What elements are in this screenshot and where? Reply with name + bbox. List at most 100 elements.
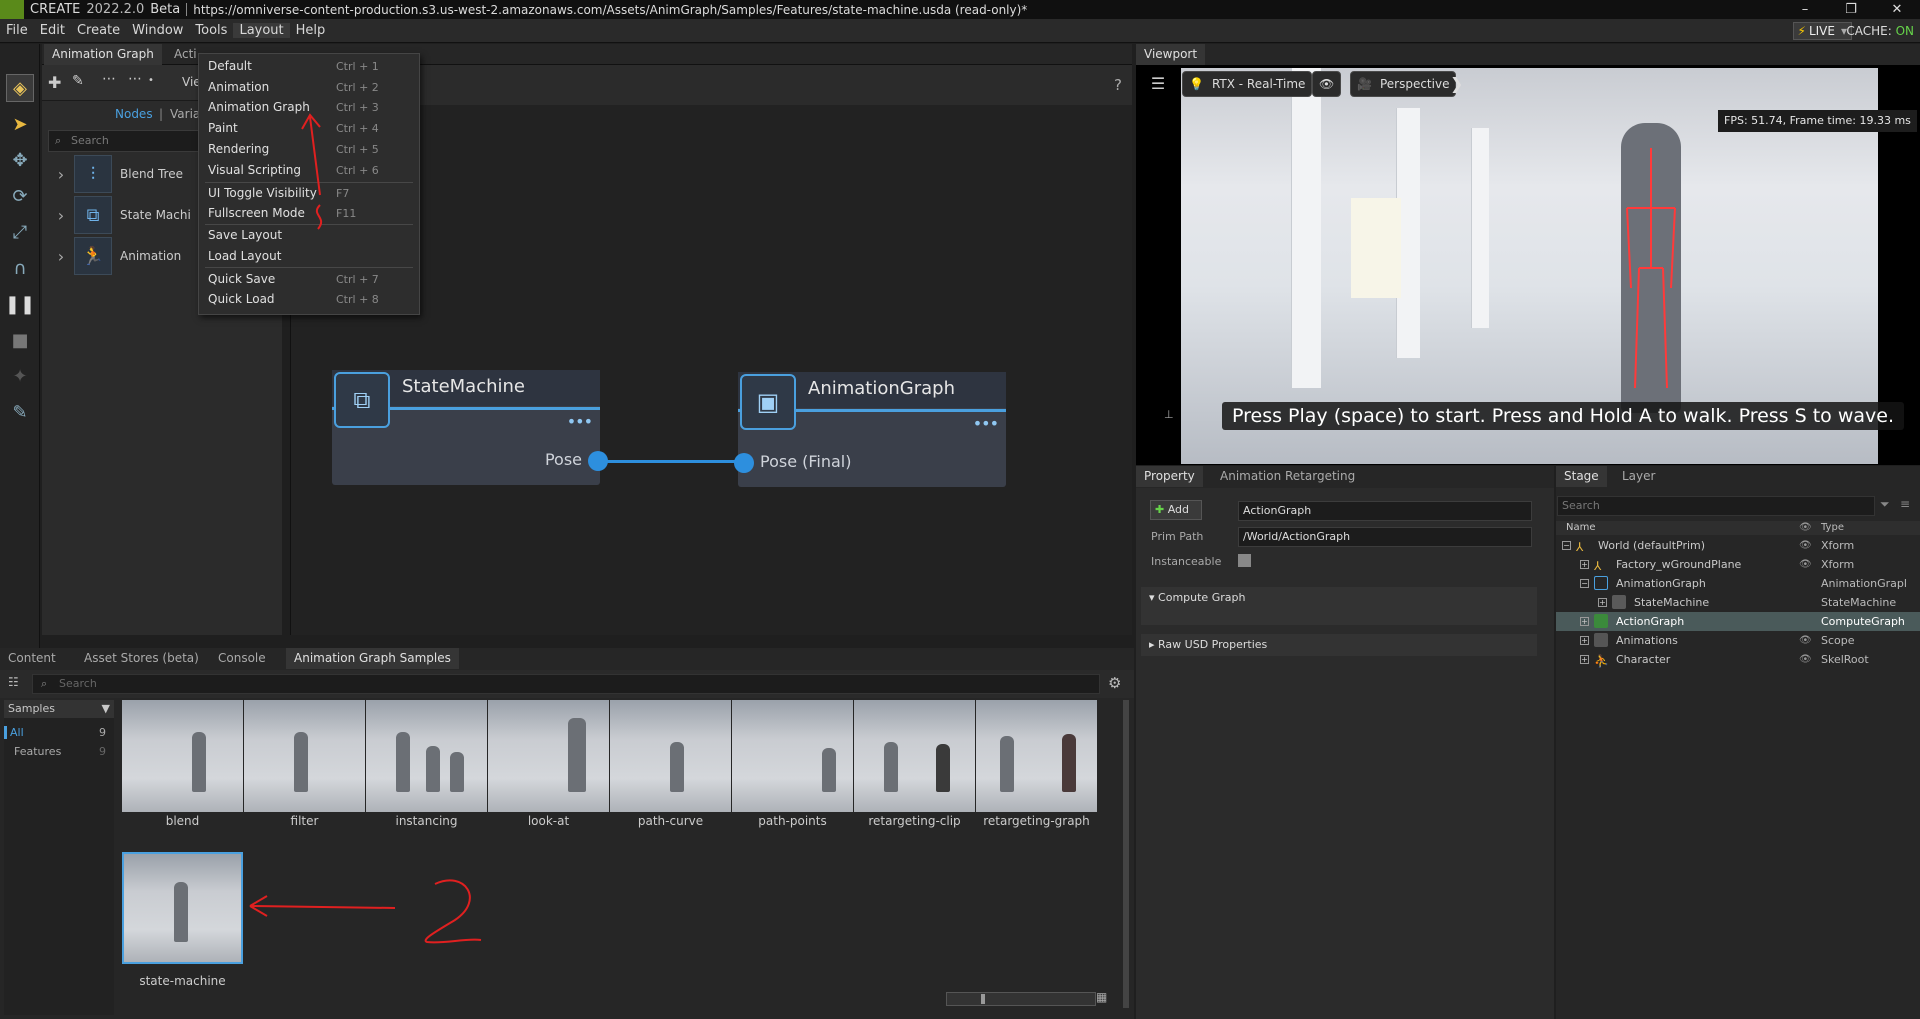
sample-thumbnail[interactable] xyxy=(244,700,365,812)
add-icon[interactable]: ✚ xyxy=(48,73,61,92)
raw-usd-section[interactable]: ▸ Raw USD Properties xyxy=(1141,634,1537,656)
tab-property[interactable]: Property xyxy=(1136,466,1203,487)
menu-window[interactable]: Window xyxy=(126,23,189,38)
scale-icon[interactable]: ⤢ xyxy=(6,218,34,246)
tab-console[interactable]: Console xyxy=(210,648,274,669)
stage-row[interactable]: + StateMachine StateMachine xyxy=(1556,593,1920,612)
menu-item-animation[interactable]: Animation Ctrl + 2 xyxy=(208,78,413,97)
renderer-menu[interactable]: 💡 RTX - Real-Time xyxy=(1182,71,1313,97)
tab-variables[interactable]: Varia xyxy=(170,107,200,121)
expand-icon[interactable]: + xyxy=(1598,598,1607,607)
stage-row[interactable]: + Animations 👁 Scope xyxy=(1556,631,1920,650)
pause-icon[interactable]: ❚❚ xyxy=(5,290,35,318)
input-pin[interactable] xyxy=(734,453,754,473)
camera-menu[interactable]: 🎥 Perspective xyxy=(1350,71,1457,97)
menu-create[interactable]: Create xyxy=(71,23,126,38)
menu-item-default[interactable]: Default Ctrl + 1 xyxy=(208,57,413,76)
menu-item-quick-save[interactable]: Quick Save Ctrl + 7 xyxy=(208,270,413,289)
collapse-icon[interactable]: − xyxy=(1562,541,1571,550)
move-icon[interactable]: ✥ xyxy=(6,146,34,174)
more-icon[interactable]: ••• xyxy=(973,414,999,433)
gear-icon[interactable]: ⚙ xyxy=(1108,674,1121,692)
category-features[interactable]: Features 9 xyxy=(4,745,108,761)
sample-thumbnail[interactable] xyxy=(122,700,243,812)
snap-icon[interactable]: ∩ xyxy=(6,254,34,282)
sample-thumbnail[interactable] xyxy=(488,700,609,812)
eye-icon[interactable]: 👁 xyxy=(1799,650,1812,669)
stage-row[interactable]: − ⅄ World (defaultPrim) 👁 Xform xyxy=(1556,536,1920,555)
stop-icon[interactable]: ■ xyxy=(6,326,34,354)
close-button[interactable]: ✕ xyxy=(1874,0,1920,19)
samples-search-input[interactable]: ⌕ Search xyxy=(32,674,1100,694)
eye-icon[interactable]: 👁 xyxy=(1799,555,1812,574)
menu-item-load-layout[interactable]: Load Layout xyxy=(208,247,413,266)
physics-icon[interactable]: ✦ xyxy=(6,362,34,390)
dot-icon[interactable]: • xyxy=(148,75,154,86)
sample-thumbnail[interactable] xyxy=(732,700,853,812)
tab-animation-retargeting[interactable]: Animation Retargeting xyxy=(1212,466,1363,487)
eye-icon[interactable]: 👁 xyxy=(1799,631,1812,650)
filter-icon[interactable]: ⏷ xyxy=(1880,497,1890,512)
minimize-button[interactable]: – xyxy=(1782,0,1828,19)
stage-row[interactable]: + ⛹ Character 👁 SkelRoot xyxy=(1556,650,1920,669)
chevron-right-icon[interactable]: ❯ xyxy=(1450,74,1463,93)
rotate-icon[interactable]: ⟳ xyxy=(6,182,34,210)
prim-path-field[interactable]: /World/ActionGraph xyxy=(1238,527,1532,547)
tab-layer[interactable]: Layer xyxy=(1614,466,1663,487)
stage-row[interactable]: − AnimationGraph AnimationGrapl xyxy=(1556,574,1920,593)
eye-icon[interactable]: 👁 xyxy=(1799,536,1812,555)
sample-thumbnail[interactable] xyxy=(610,700,731,812)
grid-view-icon[interactable]: ▦ xyxy=(1096,990,1107,1004)
animation-graph-node[interactable]: AnimationGraph ▣ ••• Pose (Final) xyxy=(738,372,1006,487)
menu-tools[interactable]: Tools xyxy=(189,23,233,38)
tab-stage[interactable]: Stage xyxy=(1556,466,1607,487)
menu-layout[interactable]: Layout xyxy=(233,23,290,38)
sample-thumbnail[interactable] xyxy=(366,700,487,812)
chevron-right-icon[interactable]: › xyxy=(48,165,74,184)
tab-animation-graph-samples[interactable]: Animation Graph Samples xyxy=(286,648,459,669)
list-options-icon[interactable]: ≡ xyxy=(1900,497,1910,511)
tab-nodes[interactable]: Nodes xyxy=(115,107,153,121)
settings-sliders-icon[interactable]: ☰ xyxy=(1146,74,1170,98)
tab-animation-graph[interactable]: Animation Graph xyxy=(44,44,162,65)
expand-icon[interactable]: + xyxy=(1580,655,1589,664)
sample-thumbnail-selected[interactable] xyxy=(122,852,243,964)
collapse-icon[interactable]: − xyxy=(1580,579,1589,588)
sample-thumbnail[interactable] xyxy=(976,700,1097,812)
expand-icon[interactable]: + xyxy=(1580,560,1589,569)
more-icon[interactable]: ⋯ xyxy=(102,71,116,87)
category-all[interactable]: All 9 xyxy=(4,726,108,742)
menu-item-quick-load[interactable]: Quick Load Ctrl + 8 xyxy=(208,290,413,309)
paint-brush-icon[interactable]: ✎ xyxy=(6,398,34,426)
stage-row-selected[interactable]: + ActionGraph ComputeGraph xyxy=(1556,612,1920,631)
menu-help[interactable]: Help xyxy=(290,23,332,38)
help-button[interactable]: ? xyxy=(1114,76,1122,94)
prim-name-field[interactable]: ActionGraph xyxy=(1238,501,1532,521)
expand-icon[interactable]: + xyxy=(1580,617,1589,626)
slider-handle[interactable] xyxy=(981,994,985,1004)
thumbnail-size-slider[interactable] xyxy=(946,992,1096,1006)
stage-search-input[interactable]: Search xyxy=(1557,496,1875,516)
compute-graph-section[interactable]: ▾ Compute Graph xyxy=(1141,587,1537,625)
live-button[interactable]: ⚡ LIVE ▾ xyxy=(1792,22,1852,40)
add-button[interactable]: ✚ Add xyxy=(1150,500,1202,520)
select-arrow-icon[interactable]: ➤ xyxy=(6,110,34,138)
instanceable-checkbox[interactable] xyxy=(1238,554,1251,567)
chevron-right-icon[interactable]: › xyxy=(48,247,74,266)
state-machine-node[interactable]: StateMachine ⧉ ••• Pose xyxy=(332,370,600,485)
sample-thumbnail[interactable] xyxy=(854,700,975,812)
tab-content[interactable]: Content xyxy=(0,648,64,669)
samples-dropdown[interactable]: Samples ▼ xyxy=(4,700,114,718)
chevron-right-icon[interactable]: › xyxy=(48,206,74,225)
more-icon[interactable]: ••• xyxy=(567,412,593,431)
menu-edit[interactable]: Edit xyxy=(34,23,71,38)
pencil-icon[interactable]: ✎ xyxy=(72,73,84,89)
maximize-button[interactable]: ❐ xyxy=(1828,0,1874,19)
menu-file[interactable]: File xyxy=(0,23,34,38)
dots-icon[interactable]: ⋯ xyxy=(128,71,142,87)
tab-viewport[interactable]: Viewport xyxy=(1136,44,1206,65)
select-mode-icon[interactable]: ◈ xyxy=(6,74,34,102)
visibility-menu[interactable]: 👁 xyxy=(1312,71,1342,97)
stage-row[interactable]: + ⅄ Factory_wGroundPlane 👁 Xform xyxy=(1556,555,1920,574)
vertical-scrollbar[interactable] xyxy=(1123,700,1129,1008)
